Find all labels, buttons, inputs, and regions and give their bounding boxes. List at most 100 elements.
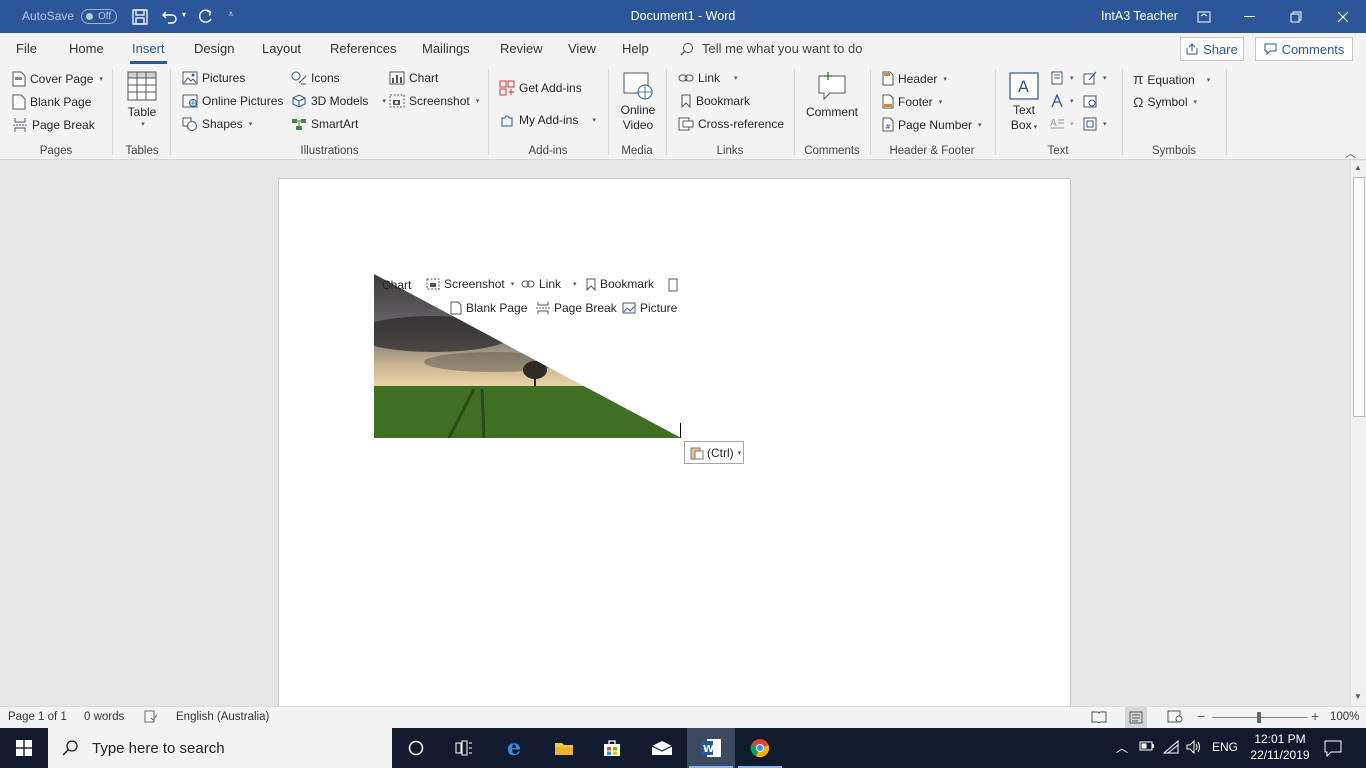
header-button[interactable]: Header ▾: [882, 71, 947, 86]
save-icon[interactable]: [131, 8, 149, 26]
mail-icon[interactable]: [638, 728, 686, 768]
bookmark-icon: [586, 278, 596, 291]
blank-page-button[interactable]: Blank Page: [12, 94, 91, 110]
chrome-browser-icon[interactable]: [736, 728, 784, 768]
object-button[interactable]: ▾: [1083, 117, 1107, 131]
tab-mailings[interactable]: Mailings: [422, 41, 470, 56]
tab-review[interactable]: Review: [500, 41, 543, 56]
wordart-button[interactable]: ▾: [1050, 94, 1074, 108]
svg-text:A: A: [1050, 118, 1057, 129]
undo-dropdown-icon[interactable]: ▾: [182, 10, 186, 19]
web-layout-icon[interactable]: [1167, 710, 1183, 723]
vertical-scrollbar[interactable]: ▲ ▼: [1350, 161, 1366, 706]
icons-button[interactable]: Icons: [291, 71, 340, 85]
zoom-level[interactable]: 100%: [1330, 711, 1359, 723]
microsoft-store-icon[interactable]: [588, 728, 636, 768]
undo-icon[interactable]: [161, 8, 179, 26]
tab-home[interactable]: Home: [69, 41, 104, 56]
chart-button[interactable]: Chart: [389, 71, 438, 85]
cover-page-icon: [12, 71, 26, 87]
drop-cap-button[interactable]: A ▾: [1050, 117, 1074, 131]
tab-help[interactable]: Help: [622, 41, 649, 56]
group-links-label: Links: [716, 145, 744, 157]
signature-line-button[interactable]: ▾: [1083, 71, 1107, 85]
minimize-icon[interactable]: [1227, 0, 1273, 33]
task-view-icon[interactable]: [440, 728, 488, 768]
cover-page-button[interactable]: Cover Page ▾: [12, 71, 103, 87]
cortana-icon[interactable]: [392, 728, 440, 768]
screenshot-button[interactable]: Screenshot ▾: [389, 94, 479, 108]
collapse-ribbon-icon[interactable]: ︿: [1345, 145, 1356, 161]
zoom-in-icon[interactable]: +: [1311, 708, 1319, 724]
page-break-button[interactable]: Page Break: [12, 117, 95, 133]
scroll-up-icon[interactable]: ▲: [1354, 163, 1362, 172]
language-status[interactable]: English (Australia): [176, 711, 269, 723]
word-count[interactable]: 0 words: [84, 711, 124, 723]
word-app-icon[interactable]: W: [687, 728, 735, 768]
volume-icon[interactable]: [1186, 739, 1202, 755]
table-button[interactable]: Table ▾: [122, 71, 162, 128]
tab-design[interactable]: Design: [194, 41, 234, 56]
cross-reference-button[interactable]: Cross-reference: [678, 117, 784, 131]
user-name[interactable]: IntA3 Teacher: [1101, 9, 1178, 23]
scroll-thumb[interactable]: [1353, 177, 1365, 417]
share-button[interactable]: Share: [1180, 37, 1244, 61]
redo-icon[interactable]: [196, 8, 214, 26]
customize-toolbar-icon[interactable]: ⩡: [228, 9, 234, 20]
autosave-toggle[interactable]: Off: [81, 9, 117, 24]
smartart-button[interactable]: SmartArt: [291, 117, 358, 131]
link-button[interactable]: Link ▾: [678, 71, 738, 85]
cross-reference-icon: [678, 117, 694, 131]
footer-button[interactable]: Footer ▾: [882, 94, 942, 109]
group-addins-label: Add-ins: [528, 145, 568, 157]
scroll-down-icon[interactable]: ▼: [1354, 692, 1362, 701]
page-count[interactable]: Page 1 of 1: [8, 711, 67, 723]
tab-references[interactable]: References: [330, 41, 396, 56]
file-explorer-icon[interactable]: [540, 728, 588, 768]
print-layout-icon[interactable]: [1125, 707, 1147, 728]
bookmark-button[interactable]: Bookmark: [680, 94, 750, 108]
proofing-icon[interactable]: [144, 710, 158, 723]
comment-bubble-icon: [1264, 43, 1277, 55]
read-mode-icon[interactable]: [1091, 710, 1107, 723]
edge-browser-icon[interactable]: e: [490, 728, 538, 768]
page-number-button[interactable]: # Page Number ▾: [882, 117, 982, 132]
my-add-ins-button[interactable]: My Add-ins ▾: [499, 112, 596, 128]
pictures-button[interactable]: Pictures: [182, 71, 245, 85]
clock[interactable]: 12:01 PM 22/11/2019: [1245, 731, 1315, 763]
document-page[interactable]: Chart Screenshot ▾ Link ▾ Bookmark Blank P…: [278, 178, 1071, 718]
notifications-icon[interactable]: [1324, 739, 1342, 757]
new-comment-button[interactable]: Comment: [802, 71, 862, 120]
quick-parts-button[interactable]: ▾: [1050, 71, 1074, 85]
get-add-ins-button[interactable]: Get Add-ins: [499, 80, 582, 96]
windows-start-icon[interactable]: [0, 728, 48, 768]
taskbar-search[interactable]: Type here to search: [48, 728, 392, 768]
ribbon-separator: [794, 69, 795, 155]
close-icon[interactable]: [1320, 0, 1366, 33]
3d-models-button[interactable]: 3D Models ▾: [291, 94, 386, 108]
tab-view[interactable]: View: [568, 41, 596, 56]
comments-button[interactable]: Comments: [1255, 37, 1353, 61]
text-box-button[interactable]: A Text Box ▾: [1004, 71, 1044, 135]
input-language[interactable]: ENG: [1212, 740, 1238, 754]
equation-button[interactable]: π Equation ▾: [1133, 71, 1210, 88]
pasted-image[interactable]: Chart Screenshot ▾ Link ▾ Bookmark Blank P…: [374, 274, 681, 438]
show-hidden-icons[interactable]: ︿: [1116, 739, 1128, 756]
zoom-slider-thumb[interactable]: [1257, 712, 1261, 723]
zoom-out-icon[interactable]: −: [1197, 708, 1205, 724]
wifi-icon[interactable]: [1163, 740, 1179, 754]
online-video-button[interactable]: Online Video: [616, 71, 660, 133]
tell-me-search[interactable]: Tell me what you want to do: [680, 41, 862, 56]
symbol-button[interactable]: Ω Symbol ▾: [1133, 94, 1197, 110]
tab-layout[interactable]: Layout: [262, 41, 301, 56]
tab-file[interactable]: File: [16, 41, 37, 56]
restore-icon[interactable]: [1273, 0, 1319, 33]
tab-insert[interactable]: Insert: [130, 41, 167, 64]
footer-label: Footer: [898, 94, 933, 109]
ribbon-display-options-icon[interactable]: [1181, 0, 1227, 33]
battery-icon[interactable]: [1139, 741, 1155, 751]
shapes-button[interactable]: Shapes ▾: [182, 117, 252, 131]
date-time-button[interactable]: [1083, 94, 1097, 108]
paste-options-button[interactable]: (Ctrl) ▾: [684, 441, 744, 464]
online-pictures-button[interactable]: Online Pictures: [182, 94, 283, 108]
